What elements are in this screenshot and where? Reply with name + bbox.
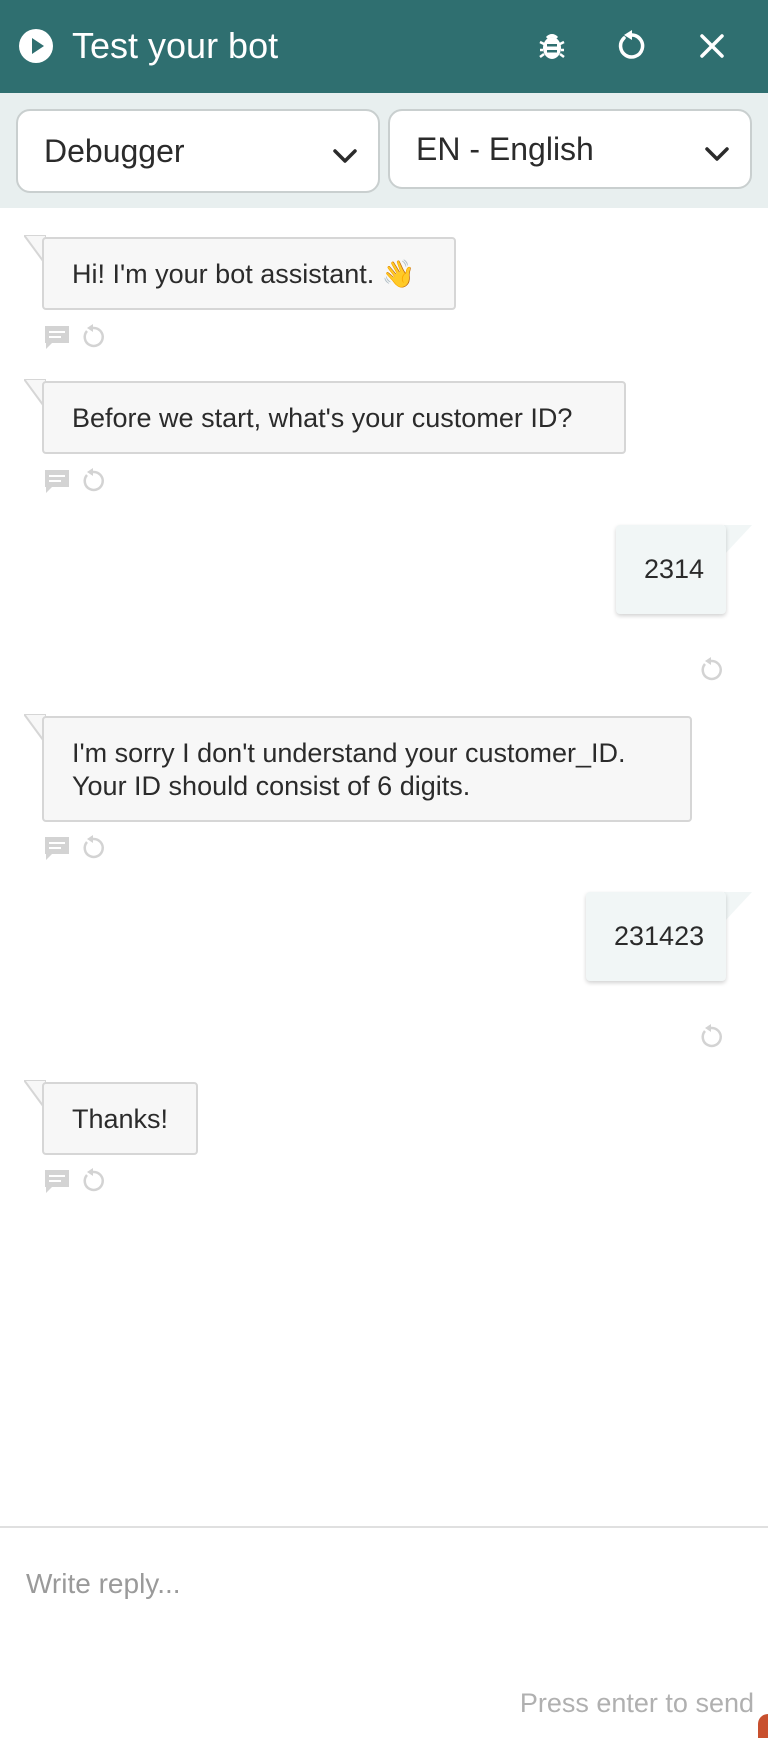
- chat-transcript: Hi! I'm your bot assistant. 👋 Before we …: [0, 208, 768, 1526]
- message-text: Before we start, what's your customer ID…: [72, 403, 573, 433]
- bot-bubble: Hi! I'm your bot assistant. 👋: [42, 237, 456, 310]
- comment-icon[interactable]: [42, 322, 72, 352]
- message-actions: [42, 833, 108, 863]
- reset-icon[interactable]: [78, 1166, 108, 1196]
- reset-icon[interactable]: [610, 24, 654, 68]
- corner-tab: [758, 1714, 768, 1738]
- message-actions: [42, 1166, 108, 1196]
- message-text: 2314: [644, 554, 705, 584]
- message-text: Thanks!: [72, 1104, 169, 1134]
- reply-input[interactable]: [26, 1554, 742, 1614]
- mode-select-value: Debugger: [44, 132, 185, 169]
- language-select-value: EN - English: [416, 130, 594, 167]
- reset-icon[interactable]: [696, 655, 726, 685]
- bot-bubble: Thanks!: [42, 1082, 198, 1155]
- bot-bubble: Before we start, what's your customer ID…: [42, 381, 626, 454]
- chat-header: Test your bot: [0, 0, 768, 93]
- comment-icon[interactable]: [42, 1166, 72, 1196]
- user-bubble: 231423: [586, 892, 726, 981]
- message-text: 231423: [614, 921, 705, 951]
- header-title: Test your bot: [72, 25, 279, 66]
- play-icon: [18, 28, 54, 64]
- bubble-tail: [724, 525, 752, 555]
- reset-icon[interactable]: [696, 1022, 726, 1052]
- chevron-down-icon: [332, 139, 358, 163]
- reply-composer: Press enter to send: [0, 1526, 768, 1738]
- bubble-tail: [724, 892, 752, 922]
- bug-icon[interactable]: [530, 24, 574, 68]
- language-select[interactable]: EN - English: [388, 109, 752, 189]
- comment-icon[interactable]: [42, 466, 72, 496]
- close-icon[interactable]: [690, 24, 734, 68]
- reset-icon[interactable]: [78, 833, 108, 863]
- bot-bubble: I'm sorry I don't understand your custom…: [42, 716, 692, 822]
- user-bubble: 2314: [616, 525, 726, 614]
- reset-icon[interactable]: [78, 466, 108, 496]
- chevron-down-icon: [704, 137, 730, 161]
- message-actions: [42, 466, 108, 496]
- comment-icon[interactable]: [42, 833, 72, 863]
- message-actions: [42, 322, 108, 352]
- reset-icon[interactable]: [78, 322, 108, 352]
- message-text-line: Your ID should consist of 6 digits.: [72, 771, 471, 801]
- selector-bar: Debugger EN - English: [0, 93, 768, 208]
- send-hint: Press enter to send: [519, 1688, 754, 1718]
- message-text-line: I'm sorry I don't understand your custom…: [72, 738, 626, 768]
- mode-select[interactable]: Debugger: [16, 109, 380, 193]
- message-text: Hi! I'm your bot assistant. 👋: [72, 259, 416, 289]
